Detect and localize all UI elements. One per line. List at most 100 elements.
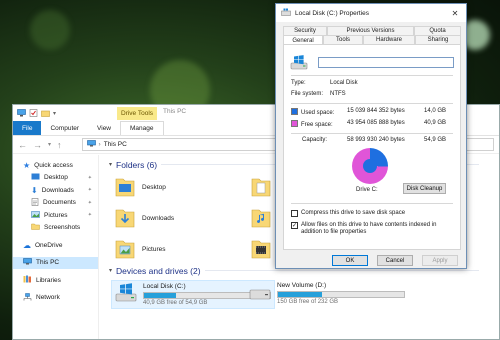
- tab-security[interactable]: Security: [283, 26, 327, 35]
- recent-locations-chevron-icon[interactable]: ▾: [48, 141, 51, 148]
- tab-sharing[interactable]: Sharing: [415, 35, 461, 44]
- checkbox-checked-icon[interactable]: ✓: [291, 222, 298, 229]
- tab-view[interactable]: View: [88, 121, 120, 135]
- folder-pictures[interactable]: Pictures: [115, 237, 165, 261]
- volume-label-input[interactable]: [318, 57, 454, 68]
- tab-quota[interactable]: Quota: [414, 26, 461, 35]
- folder-videos[interactable]: [251, 237, 271, 261]
- drive-name: New Volume (D:): [277, 282, 327, 289]
- back-arrow-icon[interactable]: ←: [18, 140, 27, 150]
- music-folder-icon: [251, 206, 271, 230]
- dialog-title: Local Disk (C:) Properties: [295, 9, 370, 17]
- nav-item-network[interactable]: Network: [13, 292, 98, 305]
- nav-item-documents[interactable]: Documents ✦: [13, 197, 98, 210]
- filesystem-value: NTFS: [330, 91, 346, 97]
- nav-item-label: Desktop: [44, 174, 68, 182]
- devices-section-title: Devices and drives (2): [116, 265, 201, 276]
- quick-access-toolbar-chevron-icon[interactable]: ▾: [53, 110, 56, 117]
- nav-item-this-pc[interactable]: This PC: [13, 256, 98, 269]
- nav-item-quick-access[interactable]: ★ Quick access: [13, 159, 98, 172]
- capacity-gb: 54,9 GB: [424, 137, 447, 143]
- divider: [291, 75, 453, 76]
- free-space-swatch: [291, 120, 298, 127]
- star-icon: ★: [23, 160, 31, 170]
- nav-item-label: This PC: [36, 259, 60, 267]
- downloads-folder-icon: [115, 206, 135, 230]
- nav-item-label: Downloads: [41, 186, 74, 194]
- cloud-icon: ☁: [23, 240, 31, 250]
- pin-icon[interactable]: ✦: [88, 187, 92, 193]
- windows-drive-icon: [115, 283, 137, 306]
- pin-icon[interactable]: ✦: [88, 200, 92, 206]
- divider: [291, 103, 453, 104]
- nav-item-label: Libraries: [36, 276, 61, 284]
- disk-cleanup-button[interactable]: Disk Cleanup: [403, 183, 446, 194]
- new-folder-icon[interactable]: [41, 109, 50, 117]
- collapse-chevron-icon[interactable]: ▾: [109, 161, 112, 168]
- forward-arrow-icon[interactable]: →: [33, 140, 42, 150]
- drive-usage-fill: [278, 292, 323, 297]
- videos-folder-icon: [251, 237, 271, 261]
- used-space-label: Used space:: [301, 110, 335, 116]
- folder-documents[interactable]: [251, 175, 271, 199]
- network-icon: [23, 293, 32, 303]
- nav-item-label: Documents: [43, 199, 76, 207]
- up-arrow-icon[interactable]: ↑: [57, 140, 62, 150]
- folder-downloads[interactable]: Downloads: [115, 206, 174, 230]
- this-pc-icon: [23, 258, 32, 267]
- allow-indexing-label: Allow files on this drive to have conten…: [301, 222, 437, 235]
- collapse-chevron-icon[interactable]: ▾: [109, 267, 112, 274]
- drive-usage-bar: [277, 291, 405, 298]
- folder-music[interactable]: [251, 206, 271, 230]
- ok-button[interactable]: OK: [332, 255, 368, 266]
- drive-d[interactable]: New Volume (D:) 150 GB free of 232 GB: [249, 282, 405, 305]
- checkbox-unchecked[interactable]: [291, 210, 298, 217]
- type-value: Local Disk: [330, 80, 358, 86]
- tab-manage[interactable]: Manage: [120, 121, 164, 135]
- apply-button[interactable]: Apply: [422, 255, 458, 266]
- nav-item-desktop[interactable]: Desktop ✦: [13, 172, 98, 185]
- nav-item-label: Screenshots: [44, 224, 81, 232]
- nav-item-libraries[interactable]: Libraries: [13, 274, 98, 287]
- used-space-bytes: 15 039 844 352 bytes: [347, 108, 405, 114]
- filesystem-label: File system:: [291, 91, 324, 97]
- desktop-icon: [31, 173, 40, 182]
- breadcrumb[interactable]: This PC: [104, 141, 127, 148]
- nav-item-downloads[interactable]: ⬇ Downloads ✦: [13, 184, 98, 197]
- tab-tools[interactable]: Tools: [323, 35, 363, 44]
- divider: [291, 203, 453, 204]
- free-space-label: Free space:: [301, 122, 333, 128]
- documents-folder-icon: [251, 175, 271, 199]
- compress-drive-checkbox[interactable]: Compress this drive to save disk space: [291, 210, 405, 217]
- documents-icon: [31, 197, 39, 208]
- pictures-icon: [31, 210, 40, 220]
- allow-indexing-checkbox[interactable]: ✓ Allow files on this drive to have cont…: [291, 222, 459, 236]
- nav-item-pictures[interactable]: Pictures ✦: [13, 209, 98, 222]
- breadcrumb-separator-icon: ›: [98, 141, 101, 148]
- nav-item-screenshots[interactable]: Screenshots: [13, 222, 98, 235]
- nav-item-onedrive[interactable]: ☁ OneDrive: [13, 239, 98, 252]
- pin-icon[interactable]: ✦: [88, 175, 92, 181]
- navigation-pane: ★ Quick access Desktop ✦ ⬇ Downloads ✦ D…: [13, 155, 99, 339]
- tab-hardware[interactable]: Hardware: [363, 35, 415, 44]
- properties-icon[interactable]: [29, 109, 38, 117]
- drive-caption: Drive C:: [356, 187, 378, 193]
- compress-drive-label: Compress this drive to save disk space: [301, 210, 406, 216]
- tab-previous-versions[interactable]: Previous Versions: [327, 26, 414, 35]
- dialog-titlebar: Local Disk (C:) Properties ✕: [276, 4, 466, 22]
- folder-desktop[interactable]: Desktop: [115, 175, 166, 199]
- pin-icon[interactable]: ✦: [88, 212, 92, 218]
- tab-file[interactable]: File: [13, 121, 42, 135]
- drive-icon: [249, 282, 271, 305]
- used-space-gb: 14,0 GB: [424, 108, 447, 114]
- download-icon: ⬇: [31, 185, 38, 195]
- cancel-button[interactable]: Cancel: [377, 255, 413, 266]
- drive-free-space: 150 GB free of 232 GB: [277, 299, 339, 305]
- close-icon[interactable]: ✕: [444, 5, 466, 21]
- tab-computer[interactable]: Computer: [41, 121, 88, 135]
- drive-usage-fill: [144, 293, 177, 298]
- wallpaper-light: [30, 10, 70, 50]
- drive-large-icon: [290, 55, 308, 73]
- nav-item-label: Pictures: [44, 211, 68, 219]
- section-divider: [204, 270, 479, 271]
